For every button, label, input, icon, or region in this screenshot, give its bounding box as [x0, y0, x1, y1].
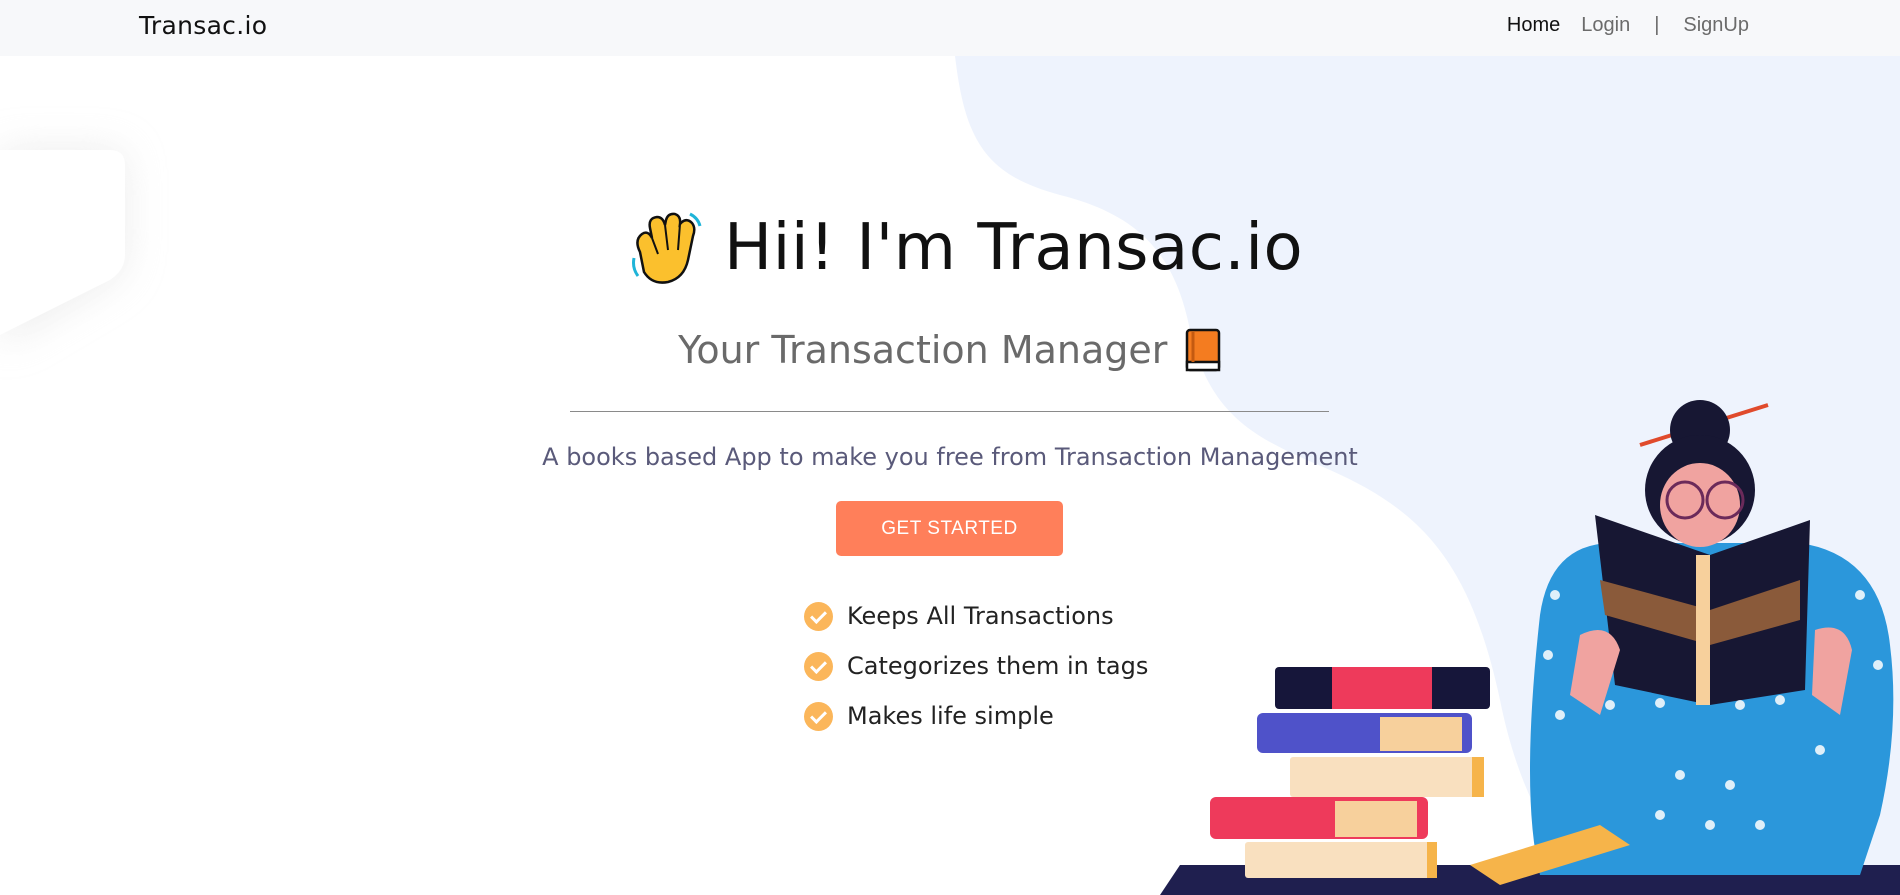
hero-subtitle: Your Transaction Manager	[678, 328, 1168, 372]
feature-text: Keeps All Transactions	[847, 602, 1114, 630]
nav-links: Home Login | SignUp	[1507, 14, 1749, 37]
feature-text: Makes life simple	[847, 702, 1054, 730]
book-stack	[1210, 667, 1490, 878]
nav-separator: |	[1654, 14, 1660, 36]
check-circle-icon	[804, 651, 833, 681]
brand-logo[interactable]: Transac.io	[139, 11, 267, 40]
feature-item: Makes life simple	[804, 691, 1148, 741]
feature-item: Categorizes them in tags	[804, 641, 1148, 691]
waving-hand-icon	[630, 210, 702, 286]
hero-subtitle-row: Your Transaction Manager	[0, 328, 1900, 372]
nav-signup-link[interactable]: SignUp	[1683, 14, 1749, 37]
feature-item: Keeps All Transactions	[804, 591, 1148, 641]
nav-login-link[interactable]: Login	[1581, 14, 1630, 37]
feature-list: Keeps All Transactions Categorizes them …	[804, 591, 1148, 741]
orange-book-icon	[1184, 328, 1222, 372]
hero-title: Hii! I'm Transac.io	[724, 211, 1304, 285]
hero-title-row: Hii! I'm Transac.io	[630, 210, 1303, 286]
top-navbar: Transac.io Home Login | SignUp	[0, 0, 1900, 56]
woman-reading-book-illustration	[1160, 400, 1900, 895]
get-started-button[interactable]: GET STARTED	[836, 501, 1063, 556]
woman-figure	[1470, 400, 1894, 885]
nav-home-link[interactable]: Home	[1507, 14, 1560, 37]
check-circle-icon	[804, 701, 833, 731]
check-circle-icon	[804, 601, 833, 631]
feature-text: Categorizes them in tags	[847, 652, 1149, 680]
